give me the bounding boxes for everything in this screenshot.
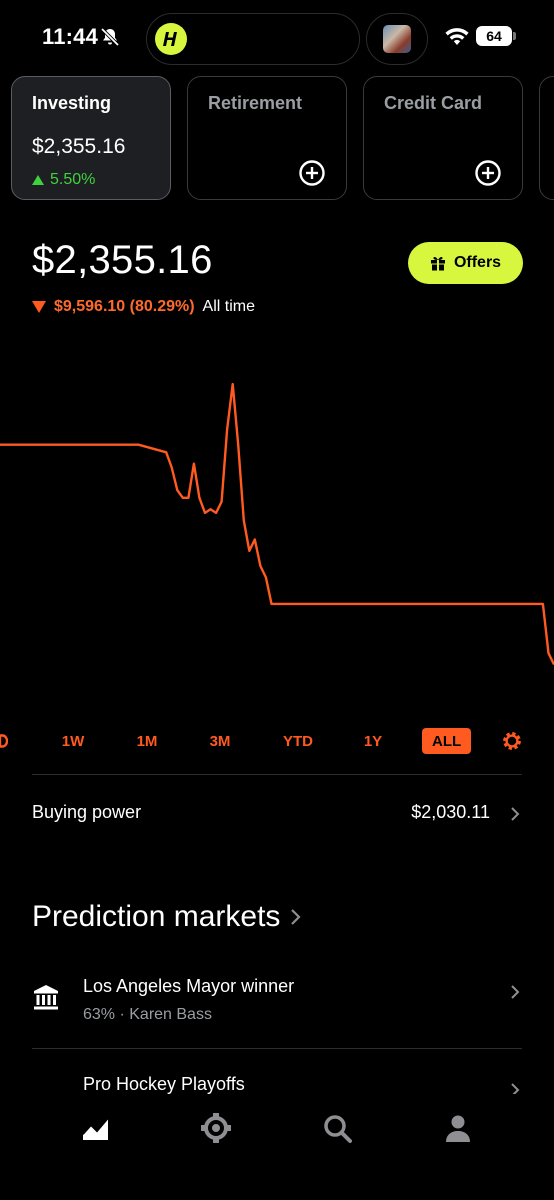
range-1d-clipped[interactable] xyxy=(0,728,8,754)
triangle-up-icon xyxy=(32,175,44,185)
portfolio-value: $2,355.16 xyxy=(32,238,213,282)
logo-glyph-icon xyxy=(163,32,177,46)
battery-indicator: 64 xyxy=(476,26,512,46)
prediction-market-item[interactable]: Los Angeles Mayor winner 63% · Karen Bas… xyxy=(32,976,522,1036)
gift-icon xyxy=(430,256,445,271)
wifi-icon xyxy=(445,28,469,45)
change-amount: $9,596.10 (80.29%) xyxy=(54,298,195,315)
account-card-next[interactable] xyxy=(539,76,554,200)
account-card-retirement[interactable]: Retirement xyxy=(187,76,347,200)
chevron-right-icon xyxy=(291,909,301,925)
account-card-credit-card[interactable]: Credit Card xyxy=(363,76,523,200)
gear-icon[interactable] xyxy=(501,730,523,752)
search-icon[interactable] xyxy=(321,1112,353,1144)
avatar-pill xyxy=(366,13,428,65)
robinhood-logo-icon xyxy=(155,23,187,55)
app-screen: 11:44 64 Investing $2,355.16 5.50% Retir… xyxy=(0,0,554,1200)
range-ytd[interactable]: YTD xyxy=(275,728,321,754)
triangle-down-icon xyxy=(32,301,46,313)
range-1y[interactable]: 1Y xyxy=(350,728,396,754)
chart-series-line xyxy=(0,382,554,666)
chevron-right-icon xyxy=(511,985,520,999)
card-change: 5.50% xyxy=(32,171,95,189)
change-period: All time xyxy=(202,298,255,315)
bank-icon xyxy=(34,985,58,1010)
card-value: $2,355.16 xyxy=(32,135,126,158)
crypto-icon[interactable] xyxy=(200,1112,232,1144)
offers-button[interactable]: Offers xyxy=(408,242,523,284)
market-subtitle: 63% · Karen Bass xyxy=(83,1006,212,1023)
avatar xyxy=(383,25,411,53)
market-title: Los Angeles Mayor winner xyxy=(83,976,295,996)
buying-power-label: Buying power xyxy=(32,802,142,822)
bottom-nav xyxy=(0,1094,554,1200)
card-title: Credit Card xyxy=(384,93,483,113)
bell-muted-icon xyxy=(100,27,120,47)
buying-power-row[interactable]: Buying power $2,030.11 xyxy=(32,798,522,828)
account-card-investing[interactable]: Investing $2,355.16 5.50% xyxy=(11,76,171,200)
range-1d-clipped-glyph xyxy=(0,734,8,748)
range-1m[interactable]: 1M xyxy=(124,728,170,754)
status-time: 11:44 xyxy=(42,24,99,49)
card-change-value: 5.50% xyxy=(50,171,96,188)
add-circle-icon[interactable] xyxy=(474,159,502,187)
divider xyxy=(32,1048,522,1049)
chart-icon[interactable] xyxy=(80,1112,112,1144)
card-title: Retirement xyxy=(208,93,303,113)
battery-tip xyxy=(513,32,516,40)
account-cards: Investing $2,355.16 5.50% Retirement Cre… xyxy=(0,76,554,202)
market-title: Pro Hockey Playoffs xyxy=(83,1074,245,1094)
offers-label: Offers xyxy=(453,254,502,271)
range-3m[interactable]: 3M xyxy=(197,728,243,754)
portfolio-change: $9,596.10 (80.29%) All time xyxy=(32,298,255,316)
dynamic-island xyxy=(146,13,360,65)
card-title: Investing xyxy=(32,93,112,113)
person-icon[interactable] xyxy=(442,1112,474,1144)
add-circle-icon[interactable] xyxy=(298,159,326,187)
range-selector: 1W 1M 3M YTD 1Y ALL xyxy=(0,728,554,756)
status-bar: 11:44 64 xyxy=(0,0,554,70)
chevron-right-icon xyxy=(511,807,520,821)
range-all[interactable]: ALL xyxy=(422,728,472,754)
buying-power-value: $2,030.11 xyxy=(411,802,490,822)
prediction-markets-title: Prediction markets xyxy=(32,900,281,933)
prediction-markets-heading[interactable]: Prediction markets xyxy=(32,900,301,934)
divider xyxy=(32,774,522,775)
range-1w[interactable]: 1W xyxy=(50,728,96,754)
portfolio-chart[interactable] xyxy=(0,340,554,720)
